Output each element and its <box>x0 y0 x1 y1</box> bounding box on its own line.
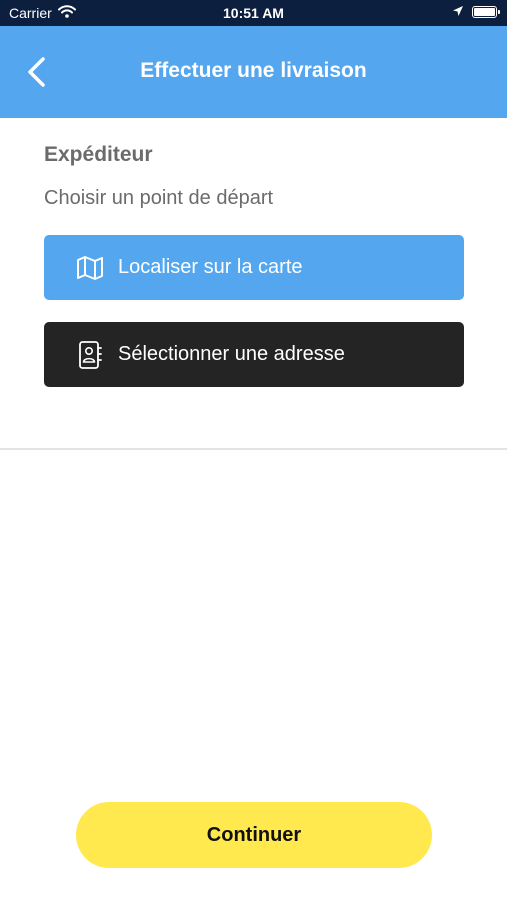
continue-button[interactable]: Continuer <box>76 802 432 868</box>
battery-icon <box>472 6 500 18</box>
status-right <box>452 4 500 20</box>
sender-title: Expéditeur <box>44 143 153 166</box>
nav-header: Effectuer une livraison <box>0 26 507 118</box>
sender-subtitle: Choisir un point de départ <box>44 187 274 209</box>
continue-label: Continuer <box>206 823 302 846</box>
status-bar: Carrier 10:51 AM <box>0 0 507 26</box>
locate-on-map-label: Localiser sur la carte <box>118 256 303 278</box>
location-arrow-icon <box>452 4 464 20</box>
map-icon <box>74 253 106 283</box>
select-address-button[interactable]: Sélectionner une adresse <box>44 322 464 387</box>
status-time: 10:51 AM <box>223 5 284 21</box>
select-address-label: Sélectionner une adresse <box>118 343 345 365</box>
page-title: Effectuer une livraison <box>140 59 367 82</box>
locate-on-map-button[interactable]: Localiser sur la carte <box>44 235 464 300</box>
address-book-icon <box>74 340 106 370</box>
section-divider <box>0 448 507 450</box>
